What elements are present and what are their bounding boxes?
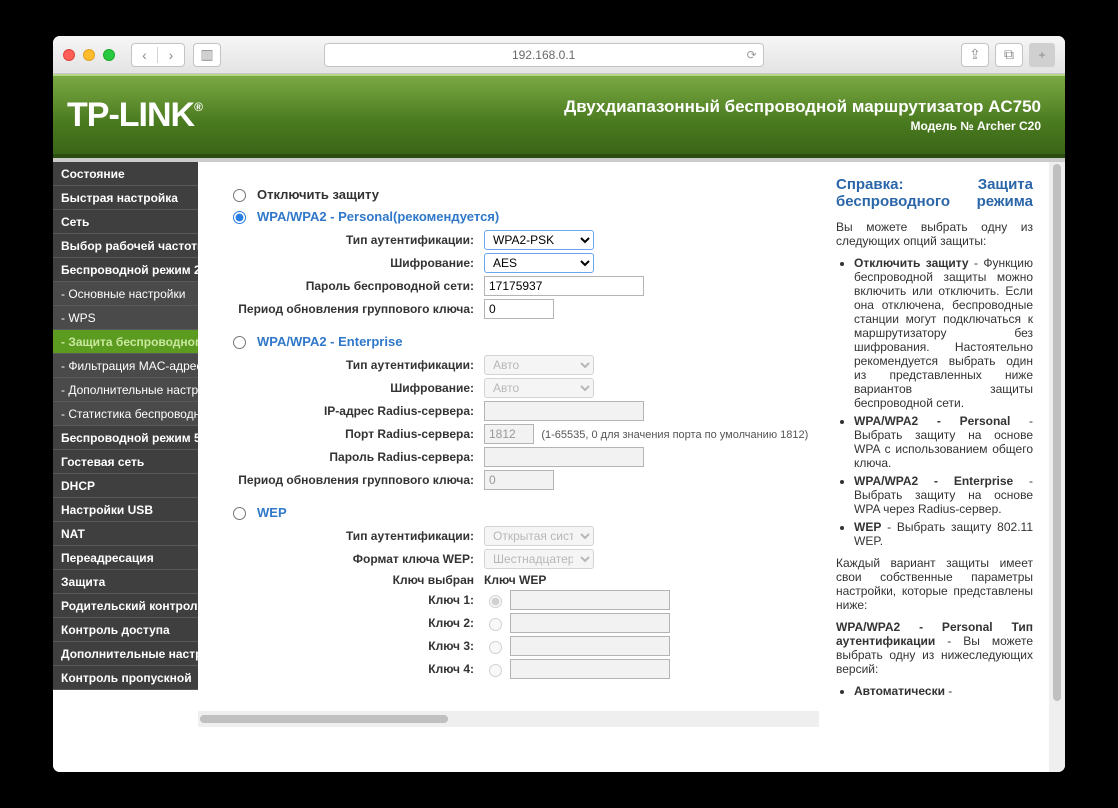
sidebar-toggle-icon[interactable]: ▥ <box>193 43 221 67</box>
nav-back-forward[interactable]: ‹ › <box>131 43 185 67</box>
router-header: TP-LINK® Двухдиапазонный беспроводной ма… <box>53 74 1065 158</box>
select-ent-auth[interactable]: Авто <box>484 355 594 375</box>
forward-icon[interactable]: › <box>158 47 184 63</box>
titlebar: ‹ › ▥ 192.168.0.1 ⟳ ⇪ ⧉ + <box>53 36 1065 74</box>
input-radius-port[interactable] <box>484 424 534 444</box>
help-panel[interactable]: Справка: Защита беспроводного режима Вы … <box>819 162 1049 772</box>
help-title: Справка: Защита беспроводного режима <box>836 176 1033 210</box>
input-key3[interactable] <box>510 636 670 656</box>
radio-wpa-personal[interactable] <box>233 211 246 224</box>
radio-disable-security[interactable] <box>233 189 246 202</box>
main-panel[interactable]: Отключить защиту WPA/WPA2 - Personal(рек… <box>198 162 819 772</box>
input-wireless-password[interactable] <box>484 276 644 296</box>
sidebar-item-4[interactable]: Беспроводной режим 2,4 ГГц <box>53 258 198 282</box>
label-disable-security: Отключить защиту <box>257 187 379 202</box>
radio-wep[interactable] <box>233 507 246 520</box>
url-text: 192.168.0.1 <box>512 48 575 62</box>
sidebar-item-17[interactable]: Защита <box>53 570 198 594</box>
sidebar-item-21[interactable]: Контроль пропускной <box>53 666 198 690</box>
radio-key4[interactable] <box>489 664 502 677</box>
vertical-scrollbar[interactable] <box>1049 162 1065 772</box>
close-icon[interactable] <box>63 49 75 61</box>
sidebar-item-12[interactable]: Гостевая сеть <box>53 450 198 474</box>
input-key1[interactable] <box>510 590 670 610</box>
header-model: Модель № Archer C20 <box>564 119 1041 133</box>
radio-wpa-enterprise[interactable] <box>233 336 246 349</box>
label-wireless-password: Пароль беспроводной сети: <box>236 279 484 293</box>
sidebar-item-16[interactable]: Переадресация <box>53 546 198 570</box>
window-controls <box>63 49 115 61</box>
sidebar-item-7[interactable]: - Защита беспроводного <box>53 330 198 354</box>
label-auth-type: Тип аутентификации: <box>236 233 484 247</box>
select-wep-auth[interactable]: Открытая система <box>484 526 594 546</box>
select-ent-enc[interactable]: Авто <box>484 378 594 398</box>
sidebar-item-15[interactable]: NAT <box>53 522 198 546</box>
label-wpa-enterprise: WPA/WPA2 - Enterprise <box>257 334 402 349</box>
sidebar-item-13[interactable]: DHCP <box>53 474 198 498</box>
url-bar[interactable]: 192.168.0.1 ⟳ <box>324 43 764 67</box>
label-encryption: Шифрование: <box>236 256 484 270</box>
help-list: Отключить защиту - Функцию беспроводной … <box>836 256 1033 548</box>
sidebar-item-9[interactable]: - Дополнительные настройки <box>53 378 198 402</box>
label-wep: WEP <box>257 505 287 520</box>
input-ent-gk[interactable] <box>484 470 554 490</box>
radio-key1[interactable] <box>489 595 502 608</box>
hint-radius-port: (1-65535, 0 для значения порта по умолча… <box>541 429 808 441</box>
sidebar-item-18[interactable]: Родительский контроль <box>53 594 198 618</box>
browser-window: ‹ › ▥ 192.168.0.1 ⟳ ⇪ ⧉ + TP-LINK® Двухд… <box>53 36 1065 772</box>
input-group-key[interactable] <box>484 299 554 319</box>
horizontal-scrollbar[interactable] <box>198 711 819 727</box>
sidebar[interactable]: СостояниеБыстрая настройкаСетьВыбор рабо… <box>53 162 198 772</box>
new-tab-button[interactable]: + <box>1029 43 1055 67</box>
page: TP-LINK® Двухдиапазонный беспроводной ма… <box>53 74 1065 772</box>
select-encryption[interactable]: AES <box>484 253 594 273</box>
sidebar-item-20[interactable]: Дополнительные настройки <box>53 642 198 666</box>
share-icon[interactable]: ⇪ <box>961 43 989 67</box>
help-intro: Вы можете выбрать одну из следующих опци… <box>836 220 1033 248</box>
logo: TP-LINK® <box>67 96 202 135</box>
header-title: Двухдиапазонный беспроводной маршрутизат… <box>564 97 1041 117</box>
radio-key3[interactable] <box>489 641 502 654</box>
input-key2[interactable] <box>510 613 670 633</box>
minimize-icon[interactable] <box>83 49 95 61</box>
reload-icon[interactable]: ⟳ <box>747 48 757 62</box>
sidebar-item-11[interactable]: Беспроводной режим 5 ГГц <box>53 426 198 450</box>
sidebar-item-2[interactable]: Сеть <box>53 210 198 234</box>
select-auth-type[interactable]: WPA2-PSK <box>484 230 594 250</box>
tabs-icon[interactable]: ⧉ <box>995 43 1023 67</box>
sidebar-item-5[interactable]: - Основные настройки <box>53 282 198 306</box>
select-wep-format[interactable]: Шестнадцатеричный <box>484 549 594 569</box>
label-wpa-personal: WPA/WPA2 - Personal(рекомендуется) <box>257 209 499 224</box>
input-key4[interactable] <box>510 659 670 679</box>
sidebar-item-10[interactable]: - Статистика беспроводного <box>53 402 198 426</box>
zoom-icon[interactable] <box>103 49 115 61</box>
input-radius-ip[interactable] <box>484 401 644 421</box>
sidebar-item-8[interactable]: - Фильтрация MAC-адресов <box>53 354 198 378</box>
sidebar-item-1[interactable]: Быстрая настройка <box>53 186 198 210</box>
label-group-key: Период обновления группового ключа: <box>236 302 484 316</box>
sidebar-item-3[interactable]: Выбор рабочей частоты <box>53 234 198 258</box>
radio-key2[interactable] <box>489 618 502 631</box>
sidebar-item-6[interactable]: - WPS <box>53 306 198 330</box>
sidebar-item-19[interactable]: Контроль доступа <box>53 618 198 642</box>
sidebar-item-0[interactable]: Состояние <box>53 162 198 186</box>
input-radius-pwd[interactable] <box>484 447 644 467</box>
sidebar-item-14[interactable]: Настройки USB <box>53 498 198 522</box>
back-icon[interactable]: ‹ <box>132 47 158 63</box>
